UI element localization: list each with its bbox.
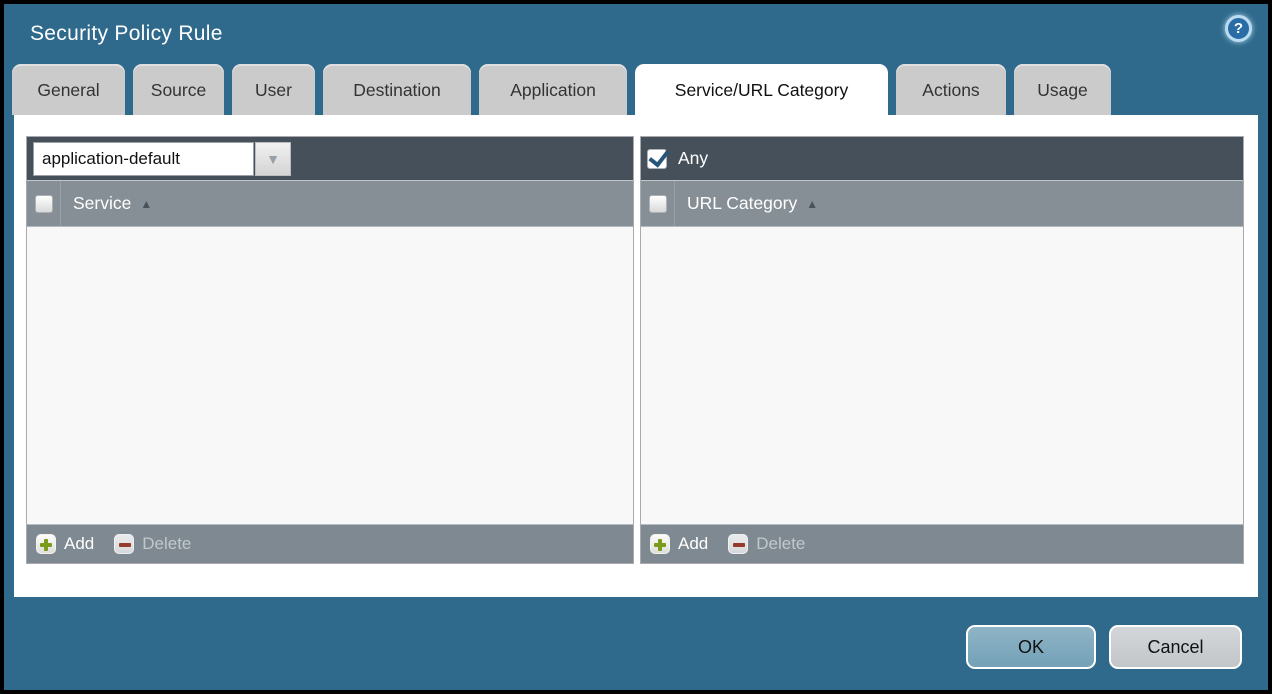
- plus-icon: [650, 534, 670, 554]
- tab-bar: General Source User Destination Applicat…: [4, 64, 1268, 115]
- url-category-column-header: URL Category ▲: [641, 181, 1243, 227]
- minus-icon: [728, 534, 748, 554]
- tab-actions[interactable]: Actions: [896, 64, 1006, 115]
- chevron-down-icon: ▼: [266, 152, 280, 166]
- url-category-column-sort[interactable]: URL Category ▲: [675, 181, 818, 226]
- tab-application[interactable]: Application: [479, 64, 627, 115]
- url-category-list: [641, 227, 1243, 524]
- service-select-all-checkbox[interactable]: [35, 195, 53, 213]
- service-type-value[interactable]: application-default: [33, 142, 254, 176]
- tab-user[interactable]: User: [232, 64, 315, 115]
- tab-content: application-default ▼ Service ▲: [14, 115, 1258, 597]
- dialog-button-row: OK Cancel: [4, 625, 1242, 669]
- service-list: [27, 227, 633, 524]
- any-label: Any: [678, 148, 708, 169]
- plus-icon: [36, 534, 56, 554]
- tab-general[interactable]: General: [12, 64, 125, 115]
- security-policy-rule-dialog: Security Policy Rule ? General Source Us…: [0, 0, 1272, 694]
- service-delete-button[interactable]: Delete: [114, 534, 191, 554]
- tab-service-url-category[interactable]: Service/URL Category: [635, 64, 888, 115]
- url-category-add-button[interactable]: Add: [650, 534, 708, 554]
- service-type-dropdown-button[interactable]: ▼: [255, 142, 291, 176]
- service-panel-footer: Add Delete: [27, 524, 633, 563]
- tab-source[interactable]: Source: [133, 64, 224, 115]
- title-bar: Security Policy Rule ?: [4, 4, 1268, 64]
- tab-usage[interactable]: Usage: [1014, 64, 1111, 115]
- service-column-label: Service: [73, 193, 131, 214]
- service-column-sort[interactable]: Service ▲: [61, 181, 152, 226]
- url-category-select-all-checkbox[interactable]: [649, 195, 667, 213]
- sort-asc-icon: ▲: [140, 198, 152, 210]
- service-type-dropdown: application-default ▼: [33, 142, 291, 176]
- url-category-panel: Any URL Category ▲ Add Delete: [640, 136, 1244, 564]
- service-type-bar: application-default ▼: [27, 137, 633, 181]
- url-category-panel-footer: Add Delete: [641, 524, 1243, 563]
- url-category-any-bar: Any: [641, 137, 1243, 181]
- dialog-title: Security Policy Rule: [30, 22, 223, 46]
- url-category-column-label: URL Category: [687, 193, 797, 214]
- any-checkbox[interactable]: [647, 149, 667, 169]
- service-panel: application-default ▼ Service ▲: [26, 136, 634, 564]
- help-icon[interactable]: ?: [1225, 15, 1252, 42]
- url-category-delete-button[interactable]: Delete: [728, 534, 805, 554]
- tab-destination[interactable]: Destination: [323, 64, 471, 115]
- minus-icon: [114, 534, 134, 554]
- service-column-header: Service ▲: [27, 181, 633, 227]
- service-add-button[interactable]: Add: [36, 534, 94, 554]
- ok-button[interactable]: OK: [966, 625, 1096, 669]
- cancel-button[interactable]: Cancel: [1109, 625, 1242, 669]
- sort-asc-icon: ▲: [806, 198, 818, 210]
